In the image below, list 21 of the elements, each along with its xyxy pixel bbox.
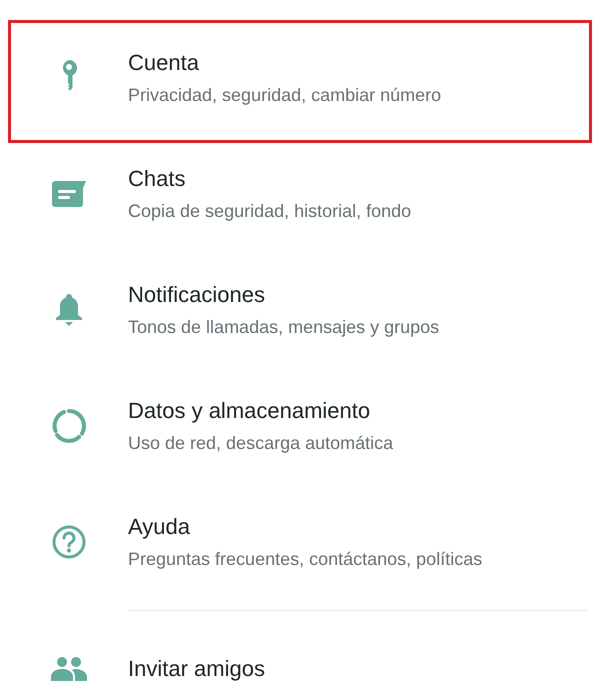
settings-item[interactable]: Datos y almacenamiento Uso de red, descarga automática	[0, 368, 600, 484]
help-icon	[52, 525, 86, 559]
settings-item[interactable]: Cuenta Privacidad, seguridad, cambiar número	[8, 20, 592, 143]
item-subtitle: Preguntas frecuentes, contáctanos, políticas	[128, 548, 482, 571]
item-subtitle: Privacidad, seguridad, cambiar número	[128, 84, 442, 107]
item-title: Ayuda	[128, 513, 191, 541]
ring-icon	[52, 409, 86, 443]
group-icon	[51, 657, 87, 681]
item-title: Cuenta	[128, 49, 200, 77]
item-title: Notificaciones	[128, 281, 266, 309]
message-icon	[52, 181, 86, 207]
item-subtitle: Copia de seguridad, historial, fondo	[128, 200, 412, 223]
bell-icon	[56, 294, 82, 326]
settings-item[interactable]: Notificaciones Tonos de llamadas, mensajes y grupos	[0, 252, 600, 368]
item-subtitle: Uso de red, descarga automática	[128, 432, 394, 455]
item-subtitle: Tonos de llamadas, mensajes y grupos	[128, 316, 440, 339]
settings-item[interactable]: Invitar amigos	[0, 611, 600, 700]
settings-item[interactable]: Ayuda Preguntas frecuentes, contáctanos, políticas	[0, 484, 600, 600]
item-title: Invitar amigos	[128, 655, 265, 683]
item-title: Chats	[128, 165, 186, 193]
item-title: Datos y almacenamiento	[128, 397, 372, 425]
